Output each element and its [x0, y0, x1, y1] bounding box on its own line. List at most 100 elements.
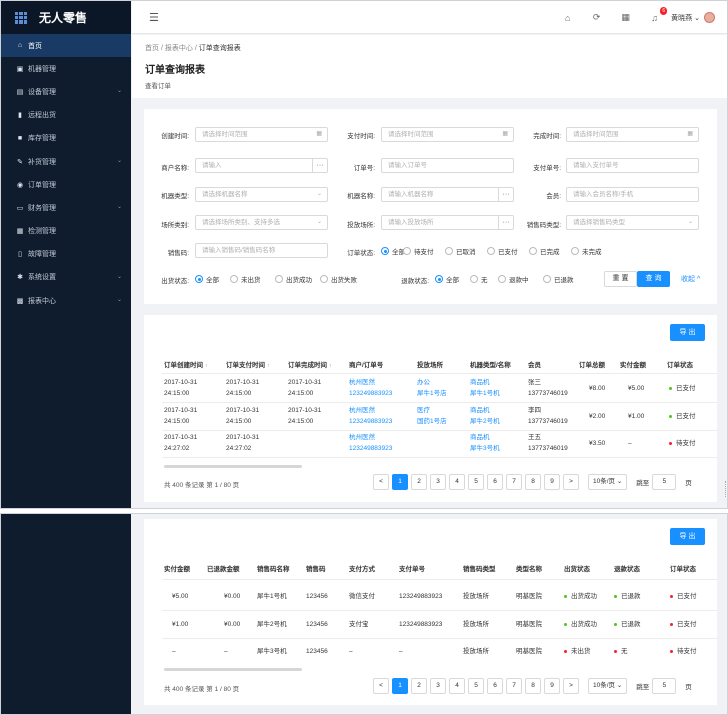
- sidebar-item[interactable]: ▣ 机器管理: [1, 57, 131, 80]
- reset-button[interactable]: 重 置: [604, 271, 637, 287]
- radio-refund_status[interactable]: 全部: [435, 274, 459, 284]
- sort-icon[interactable]: ↑: [205, 363, 208, 369]
- finish-time-picker[interactable]: 请选择时间范围 ▦: [566, 127, 699, 142]
- column-header[interactable]: 销售码名称: [257, 563, 290, 573]
- site-input[interactable]: 请输入投放场所 ···: [381, 215, 514, 230]
- radio-order_status[interactable]: 已完成: [529, 246, 560, 256]
- column-header[interactable]: 实付金额: [620, 359, 646, 369]
- table-cell[interactable]: 商品机 犀牛2号机: [470, 405, 500, 427]
- sidebar-item[interactable]: ▯ 故障管理: [1, 243, 131, 266]
- table-cell[interactable]: 杭州医然 123249883923: [349, 432, 392, 454]
- sidebar-item[interactable]: ⌂ 首页: [1, 34, 131, 58]
- sidebar-item[interactable]: ▭ 财务管理 ⌄: [1, 196, 131, 219]
- page-button[interactable]: 1: [392, 678, 408, 694]
- page-button[interactable]: 7: [506, 678, 522, 694]
- column-header[interactable]: 支付方式: [349, 563, 375, 573]
- order-no-input[interactable]: 请输入订单号: [381, 158, 514, 173]
- column-header[interactable]: 投放场所: [417, 359, 443, 369]
- more-icon[interactable]: ···: [498, 216, 513, 229]
- sidebar-item[interactable]: ✎ 补货管理 ⌄: [1, 150, 131, 173]
- column-header[interactable]: 销售码: [306, 563, 326, 573]
- user-name[interactable]: 黄晓燕: [671, 13, 692, 23]
- sidebar-item[interactable]: ▦ 检测管理: [1, 220, 131, 243]
- user-caret-icon[interactable]: ⌄: [694, 14, 700, 22]
- app-brand[interactable]: 无人零售: [1, 1, 131, 34]
- table-cell[interactable]: 商品机 犀牛1号机: [470, 377, 500, 399]
- page-button[interactable]: 8: [525, 678, 541, 694]
- sidebar-item[interactable]: ✱ 系统设置 ⌄: [1, 266, 131, 289]
- column-header[interactable]: 订单状态: [667, 359, 693, 369]
- radio-order_status[interactable]: 待支付: [403, 246, 434, 256]
- page-button[interactable]: 5: [468, 678, 484, 694]
- page-button[interactable]: 3: [430, 474, 446, 490]
- page-button[interactable]: 7: [506, 474, 522, 490]
- column-header[interactable]: 支付单号: [399, 563, 425, 573]
- page-button[interactable]: 6: [487, 678, 503, 694]
- bell-icon[interactable]: ♫ 6: [640, 6, 669, 23]
- sort-icon[interactable]: ↑: [329, 363, 332, 369]
- column-header[interactable]: 类型名称: [516, 563, 542, 573]
- resize-handle[interactable]: [724, 481, 726, 497]
- column-header[interactable]: 实付金额: [164, 563, 190, 573]
- table-cell[interactable]: 杭州医然 123249883923: [349, 405, 392, 427]
- radio-ship_status[interactable]: 全部: [195, 274, 219, 284]
- collapse-link[interactable]: 收起 ^: [681, 274, 700, 284]
- breadcrumb-home[interactable]: 首页: [145, 45, 159, 52]
- prev-page-button[interactable]: <: [373, 474, 389, 490]
- column-header[interactable]: 会员: [528, 359, 541, 369]
- column-header[interactable]: 订单总额: [579, 359, 605, 369]
- page-button[interactable]: 9: [544, 474, 560, 490]
- column-header[interactable]: 机器类型/名称: [470, 359, 511, 369]
- column-header[interactable]: 订单完成时间 ↑: [288, 359, 332, 369]
- radio-order_status[interactable]: 已取消: [445, 246, 476, 256]
- machine-type-select[interactable]: 请选择机器名称 ⌄: [195, 187, 328, 202]
- pay-no-input[interactable]: 请输入支付单号: [566, 158, 699, 173]
- radio-ship_status[interactable]: 出货失败: [320, 274, 357, 284]
- code-type-select[interactable]: 请选择销售码类型 ⌄: [566, 215, 699, 230]
- radio-refund_status[interactable]: 已退款: [543, 274, 574, 284]
- jump-input[interactable]: 5: [652, 474, 677, 490]
- table-cell[interactable]: 办公 犀牛1号店: [417, 377, 447, 399]
- column-header[interactable]: 出货状态: [564, 563, 590, 573]
- column-header[interactable]: 订单支付时间 ↑: [226, 359, 270, 369]
- more-icon[interactable]: ···: [312, 159, 327, 172]
- page-button[interactable]: 8: [525, 474, 541, 490]
- next-page-button[interactable]: >: [563, 678, 579, 694]
- page-button[interactable]: 4: [449, 474, 465, 490]
- apps-icon[interactable]: ▦: [611, 12, 640, 23]
- create-time-picker[interactable]: 请选择时间范围 ▦: [195, 127, 328, 142]
- sort-icon[interactable]: ↑: [267, 363, 270, 369]
- code-input[interactable]: 请输入销售码/销售码名称: [195, 243, 328, 258]
- page-button[interactable]: 6: [487, 474, 503, 490]
- machine-name-input[interactable]: 请输入机器名称 ···: [381, 187, 514, 202]
- radio-order_status[interactable]: 未完成: [571, 246, 602, 256]
- page-button[interactable]: 2: [411, 678, 427, 694]
- column-header[interactable]: 销售码类型: [463, 563, 496, 573]
- prev-page-button[interactable]: <: [373, 678, 389, 694]
- page-button[interactable]: 3: [430, 678, 446, 694]
- query-button[interactable]: 查 询: [637, 271, 670, 287]
- menu-toggle-icon[interactable]: ☰: [149, 11, 159, 24]
- refresh-icon[interactable]: ⟳: [582, 12, 611, 23]
- page-size-select[interactable]: 10条/页 ⌄: [588, 678, 628, 694]
- page-button[interactable]: 4: [449, 678, 465, 694]
- table-cell[interactable]: 杭州医然 123249883923: [349, 377, 392, 399]
- column-header[interactable]: 退款状态: [614, 563, 640, 573]
- export-button[interactable]: 导 出: [670, 528, 705, 545]
- sidebar-item[interactable]: ▮ 远程出货: [1, 104, 131, 127]
- column-header[interactable]: 订单创建时间 ↑: [164, 359, 208, 369]
- pay-time-picker[interactable]: 请选择时间范围 ▦: [381, 127, 514, 142]
- column-header[interactable]: 已退款金额: [207, 563, 240, 573]
- radio-order_status[interactable]: 全部: [381, 246, 405, 256]
- sidebar-item[interactable]: ◉ 订单管理: [1, 173, 131, 196]
- table-cell[interactable]: 医疗 国药1号店: [417, 405, 447, 427]
- sidebar-item[interactable]: ■ 库存管理: [1, 127, 131, 150]
- page-button[interactable]: 2: [411, 474, 427, 490]
- page-button[interactable]: 9: [544, 678, 560, 694]
- jump-input[interactable]: 5: [652, 678, 677, 694]
- page-button[interactable]: 1: [392, 474, 408, 490]
- radio-order_status[interactable]: 已支付: [487, 246, 518, 256]
- avatar[interactable]: [704, 12, 715, 23]
- more-icon[interactable]: ···: [498, 188, 513, 201]
- site-type-select[interactable]: 请选择场所类别、支持多选 ⌄: [195, 215, 328, 230]
